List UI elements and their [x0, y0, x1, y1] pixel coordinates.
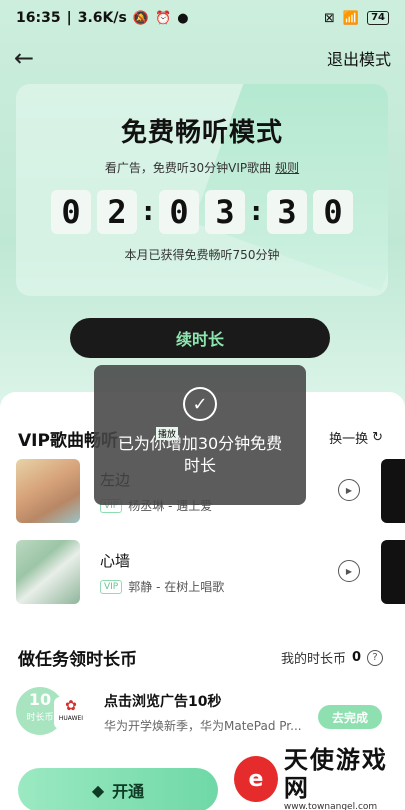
card-subtitle: 看广告，免费听30分钟VIP歌曲 规则 [104, 161, 300, 175]
play-label: 播放 [156, 427, 179, 440]
exit-mode-button[interactable]: 退出模式 [327, 46, 391, 70]
check-icon: ✓ [183, 387, 217, 421]
timer-colon: : [251, 197, 262, 227]
timer-digit: 0 [313, 190, 353, 234]
sim-icon: ⊠ [323, 10, 335, 26]
album-cover [381, 459, 405, 523]
timer-colon: : [143, 197, 154, 227]
complete-task-button[interactable]: 去完成 [318, 705, 382, 729]
tasks-section-title: 做任务领时长币 [18, 650, 137, 670]
song-item[interactable]: 心墙 VIP 郭静 - 在树上唱歌 ▶ [16, 540, 405, 606]
back-arrow-icon[interactable]: ← [14, 44, 34, 72]
mute-icon: 🔕 [132, 10, 149, 26]
extend-time-button[interactable]: 续时长 [70, 318, 330, 358]
album-cover [16, 540, 80, 604]
monthly-minutes: 本月已获得免费畅听750分钟 [124, 248, 280, 262]
watermark: e 天使游戏网 www.townangel.com [228, 746, 405, 810]
refresh-icon: ↻ [372, 430, 383, 445]
weather-icon: ● [177, 10, 189, 26]
top-nav: ← 退出模式 [0, 40, 405, 76]
huawei-logo: ✿ HUAWEI [54, 697, 88, 729]
watermark-name: 天使游戏网 [283, 746, 388, 802]
song-title: 心墙 [100, 552, 131, 570]
my-coins: 我的时长币 0 ? [281, 648, 383, 667]
swap-button[interactable]: 换一换 ↻ [329, 428, 383, 447]
task-item: 10 时长币 ✿ HUAWEI 点击浏览广告10秒 华为开学焕新季，华为Mate… [16, 685, 396, 745]
vip-tag: VIP [100, 579, 123, 594]
coins-value: 0 [351, 650, 361, 665]
timer-digit: 0 [159, 190, 199, 234]
network-speed: 3.6K/s [77, 10, 127, 26]
song-meta: VIP 郭静 - 在树上唱歌 [100, 578, 224, 595]
status-time: 16:35 [16, 10, 61, 26]
countdown-timer: 0 2 : 0 3 : 3 0 [16, 190, 388, 234]
task-desc: 华为开学焕新季，华为MatePad Pr... [104, 719, 302, 733]
watermark-logo-icon: e [234, 756, 278, 802]
wifi-icon: 📶 [342, 10, 360, 26]
open-vip-button[interactable]: ◆ 开通 [18, 768, 218, 810]
timer-digit: 3 [267, 190, 307, 234]
timer-digit: 2 [97, 190, 137, 234]
rule-link[interactable]: 规则 [275, 161, 299, 175]
diamond-icon: ◆ [91, 780, 105, 800]
battery-icon: 74 [367, 11, 389, 25]
alarm-icon: ⏰ [155, 10, 172, 26]
toast-text: 已为你增加30分钟免费时长 [117, 434, 283, 475]
album-cover [16, 459, 80, 523]
play-icon[interactable]: ▶ [338, 479, 360, 501]
play-icon[interactable]: ▶ [338, 560, 360, 582]
toast-message: ✓ 已为你增加30分钟免费时长 播放 [94, 365, 306, 505]
timer-digit: 3 [205, 190, 245, 234]
timer-digit: 0 [51, 190, 91, 234]
task-title: 点击浏览广告10秒 [104, 694, 222, 710]
status-bar: 16:35 | 3.6K/s 🔕 ⏰ ● ⊠ 📶 74 [0, 0, 405, 36]
help-icon[interactable]: ? [367, 649, 383, 666]
free-listen-card: 免费畅听模式 看广告，免费听30分钟VIP歌曲 规则 0 2 : 0 3 : 3 … [16, 84, 388, 296]
card-title: 免费畅听模式 [120, 118, 283, 148]
song-artist: 郭静 - 在树上唱歌 [128, 580, 225, 594]
watermark-url: www.townangel.com [283, 802, 378, 810]
album-cover [381, 540, 405, 604]
